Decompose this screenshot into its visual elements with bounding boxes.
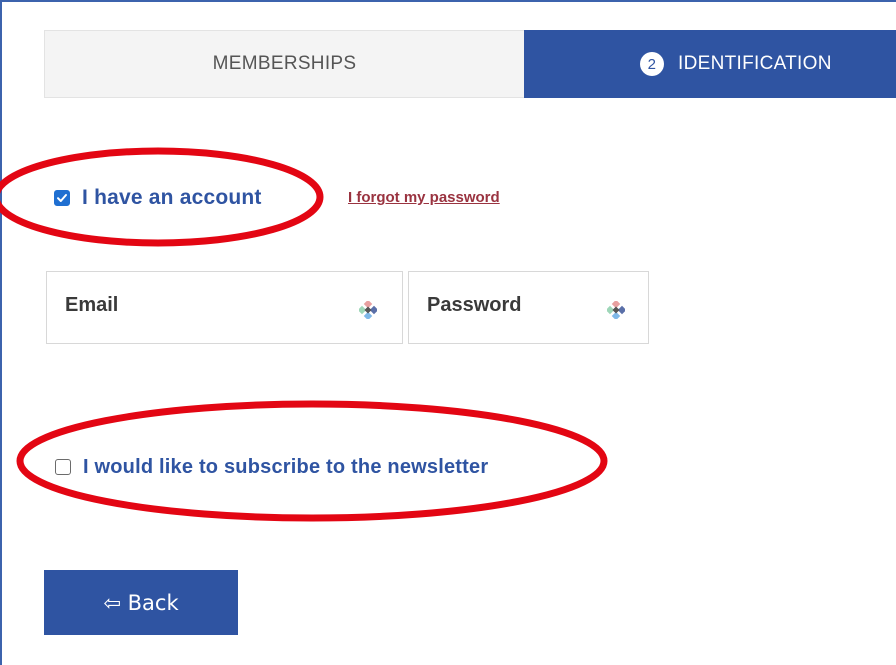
newsletter-checkbox[interactable] — [55, 459, 71, 475]
keyboard-helper-icon[interactable] — [359, 301, 377, 319]
tab-memberships[interactable]: MEMBERSHIPS — [44, 30, 524, 98]
checkmark-icon — [57, 194, 67, 202]
step-number-badge: 2 — [640, 52, 664, 76]
step-tabs: MEMBERSHIPS 2 IDENTIFICATION — [44, 30, 896, 98]
forgot-password-link[interactable]: I forgot my password — [348, 189, 500, 206]
password-field[interactable]: Password — [408, 271, 649, 344]
password-placeholder: Password — [427, 294, 522, 316]
keyboard-helper-icon[interactable] — [607, 301, 625, 319]
newsletter-label[interactable]: I would like to subscribe to the newslet… — [83, 456, 488, 479]
back-button[interactable]: ⇦ Back — [44, 570, 238, 635]
account-option: I have an account — [54, 183, 262, 213]
newsletter-option: I would like to subscribe to the newslet… — [55, 453, 488, 481]
account-checkbox[interactable] — [54, 190, 70, 206]
tab-memberships-label: MEMBERSHIPS — [212, 53, 357, 74]
email-placeholder: Email — [65, 294, 119, 316]
tab-identification[interactable]: 2 IDENTIFICATION — [524, 30, 896, 98]
tab-identification-label: IDENTIFICATION — [678, 53, 832, 74]
account-label[interactable]: I have an account — [82, 186, 262, 210]
email-field[interactable]: Email — [46, 271, 403, 344]
